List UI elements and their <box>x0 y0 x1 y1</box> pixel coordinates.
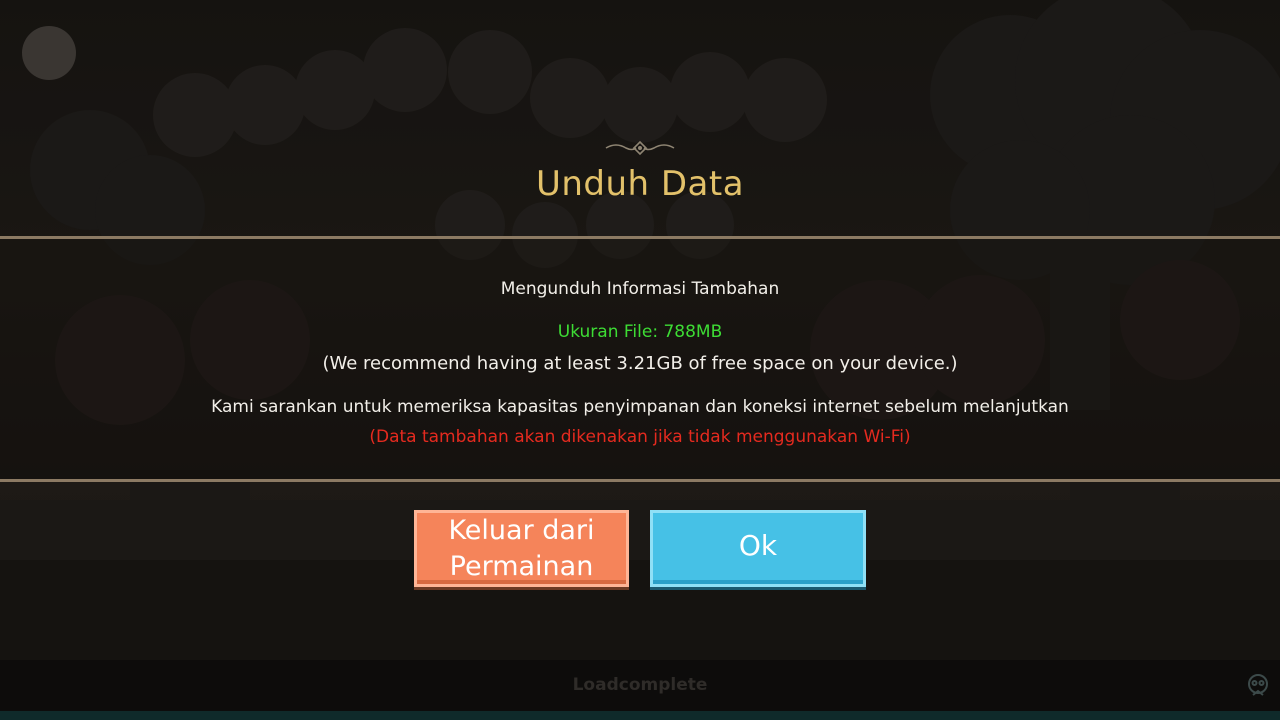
space-recommendation-text: (We recommend having at least 3.21GB of … <box>322 353 958 374</box>
wifi-warning-text: (Data tambahan akan dikenakan jika tidak… <box>369 427 911 447</box>
dialog-title: Unduh Data <box>535 164 745 204</box>
circle-button-icon[interactable] <box>22 26 76 80</box>
bottom-strip <box>0 711 1280 720</box>
recorder-logo-icon <box>1248 674 1268 696</box>
divider-bottom <box>0 479 1280 482</box>
exit-game-button[interactable]: Keluar dari Permainan <box>414 510 629 587</box>
ornament-divider-icon <box>605 140 675 156</box>
file-size-text: Ukuran File: 788MB <box>557 322 723 342</box>
divider-top <box>0 236 1280 239</box>
game-screen: Unduh Data Mengunduh Informasi Tambahan … <box>0 0 1280 720</box>
advice-text: Kami sarankan untuk memeriksa kapasitas … <box>211 397 1069 417</box>
dialog-heading: Mengunduh Informasi Tambahan <box>500 279 780 299</box>
ok-button[interactable]: Ok <box>650 510 866 587</box>
load-status-text: Loadcomplete <box>572 675 708 695</box>
